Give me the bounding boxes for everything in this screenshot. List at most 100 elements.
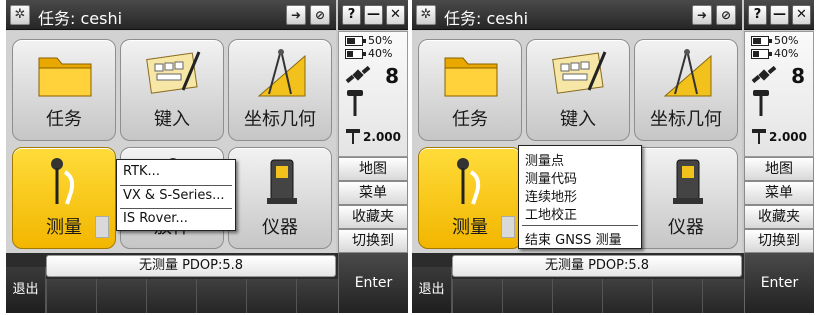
softkey-3[interactable] <box>552 279 602 313</box>
folder-icon <box>444 57 498 97</box>
satellite-count: 8 <box>385 64 399 88</box>
minimize-button[interactable]: — <box>770 5 789 25</box>
menu-item-vx-s-series[interactable]: VX & S-Series... <box>117 188 235 203</box>
tile-instrument[interactable]: 仪器 <box>634 147 738 249</box>
battery-icon <box>345 36 366 46</box>
tile-label: 坐标几何 <box>650 109 722 130</box>
menu-item-measure-points[interactable]: 测量点 <box>519 150 641 169</box>
softkey-6[interactable] <box>702 279 744 313</box>
switch-to-button[interactable]: 切换到 <box>744 229 814 253</box>
main-menu: 任务 键入 坐标几何 <box>412 31 742 253</box>
switch-to-button[interactable]: 切换到 <box>338 229 408 253</box>
softkey-6[interactable] <box>296 279 338 313</box>
status-panel[interactable]: 50% 40% 8 2.000 <box>338 31 408 157</box>
softkey-2[interactable] <box>96 279 146 313</box>
tile-cogo[interactable]: 坐标几何 <box>634 39 738 141</box>
side-buttons: 地图 菜单 收藏夹 切换到 <box>744 157 814 253</box>
help-button[interactable]: ? <box>342 5 361 25</box>
softkey-5[interactable] <box>246 279 296 313</box>
map-button[interactable]: 地图 <box>338 157 408 181</box>
help-button[interactable]: ? <box>748 5 767 25</box>
tile-label: 键入 <box>154 109 190 130</box>
tile-label: 坐标几何 <box>244 109 316 130</box>
softkey-3[interactable] <box>146 279 196 313</box>
measure-popup-menu: RTK... VX & S-Series... IS Rover... <box>116 159 236 231</box>
arrow-icon[interactable]: ➜ <box>286 5 306 25</box>
compass-ruler-icon <box>257 49 306 97</box>
pole-icon <box>752 129 766 144</box>
tile-badge <box>501 216 515 238</box>
pole-icon <box>346 129 360 144</box>
exit-button[interactable]: 退出 <box>412 267 452 313</box>
menu-button[interactable]: 菜单 <box>338 181 408 205</box>
menu-item-end-gnss-survey[interactable]: 结束 GNSS 测量 <box>519 229 641 248</box>
softkey-1[interactable] <box>46 279 96 313</box>
title-bar: ✲ 任务: ceshi ➜ ⊘ <box>6 0 336 30</box>
softkey-4[interactable] <box>602 279 652 313</box>
status-line: 无测量 PDOP:5.8 <box>46 255 336 277</box>
softkey-4[interactable] <box>196 279 246 313</box>
tile-cogo[interactable]: 坐标几何 <box>228 39 332 141</box>
tile-measure[interactable]: 测量 <box>418 147 522 249</box>
softkey-1[interactable] <box>452 279 502 313</box>
enter-button[interactable]: Enter <box>338 253 408 313</box>
menu-item-is-rover[interactable]: IS Rover... <box>117 211 235 226</box>
tile-label: 仪器 <box>668 217 704 238</box>
tile-label: 仪器 <box>262 217 298 238</box>
app-logo-icon[interactable]: ✲ <box>10 5 30 25</box>
battery-icon <box>345 49 366 59</box>
no-entry-icon[interactable]: ⊘ <box>716 5 736 25</box>
tile-jobs[interactable]: 任务 <box>418 39 522 141</box>
tile-label: 任务 <box>452 109 488 130</box>
tile-key-in[interactable]: 键入 <box>120 39 224 141</box>
menu-item-measure-codes[interactable]: 测量代码 <box>519 168 641 187</box>
tile-measure[interactable]: 测量 <box>12 147 116 249</box>
menu-item-rtk[interactable]: RTK... <box>117 164 235 179</box>
softkey-5[interactable] <box>652 279 702 313</box>
menu-item-continuous-topo[interactable]: 连续地形 <box>519 186 641 205</box>
compass-ruler-icon <box>663 49 712 97</box>
arrow-icon[interactable]: ➜ <box>692 5 712 25</box>
surveyor-icon <box>51 158 75 205</box>
job-title: 任务: ceshi <box>444 9 529 28</box>
satellite-icon <box>345 65 371 84</box>
no-entry-icon[interactable]: ⊘ <box>310 5 330 25</box>
close-button[interactable]: ✕ <box>386 5 405 25</box>
antenna-height: 2.000 <box>363 130 401 144</box>
battery-icon <box>751 36 772 46</box>
battery-2-level: 40% <box>774 47 799 60</box>
battery-1-level: 50% <box>368 34 393 47</box>
enter-button[interactable]: Enter <box>744 253 814 313</box>
total-station-icon <box>267 159 297 204</box>
screen-right: ✲ 任务: ceshi ➜ ⊘ ? — ✕ 任务 键入 坐标几何 测量 仪器 测… <box>412 0 814 313</box>
gnss-antenna-icon <box>347 90 363 116</box>
tile-key-in[interactable]: 键入 <box>526 39 630 141</box>
surveyor-icon <box>457 158 481 205</box>
job-title: 任务: ceshi <box>38 9 123 28</box>
status-panel[interactable]: 50% 40% 8 2.000 <box>744 31 814 157</box>
side-buttons: 地图 菜单 收藏夹 切换到 <box>338 157 408 253</box>
menu-separator <box>120 185 232 186</box>
tile-label: 键入 <box>560 109 596 130</box>
exit-button[interactable]: 退出 <box>6 267 46 313</box>
battery-2-level: 40% <box>368 47 393 60</box>
map-button[interactable]: 地图 <box>744 157 814 181</box>
tile-jobs[interactable]: 任务 <box>12 39 116 141</box>
tile-label: 任务 <box>46 109 82 130</box>
battery-1-level: 50% <box>774 34 799 47</box>
gnss-antenna-icon <box>753 90 769 116</box>
favorites-button[interactable]: 收藏夹 <box>338 205 408 229</box>
measure-popup-menu: 测量点 测量代码 连续地形 工地校正 结束 GNSS 测量 <box>518 145 642 249</box>
app-logo-icon[interactable]: ✲ <box>416 5 436 25</box>
minimize-button[interactable]: — <box>364 5 383 25</box>
close-button[interactable]: ✕ <box>792 5 811 25</box>
favorites-button[interactable]: 收藏夹 <box>744 205 814 229</box>
status-line: 无测量 PDOP:5.8 <box>452 255 742 277</box>
menu-item-site-calibration[interactable]: 工地校正 <box>519 204 641 223</box>
softkey-2[interactable] <box>502 279 552 313</box>
menu-button[interactable]: 菜单 <box>744 181 814 205</box>
keyboard-icon <box>146 51 201 94</box>
window-controls: ? — ✕ <box>744 0 814 30</box>
main-menu: 任务 键入 坐标几何 <box>6 31 336 253</box>
tile-instrument[interactable]: 仪器 <box>228 147 332 249</box>
